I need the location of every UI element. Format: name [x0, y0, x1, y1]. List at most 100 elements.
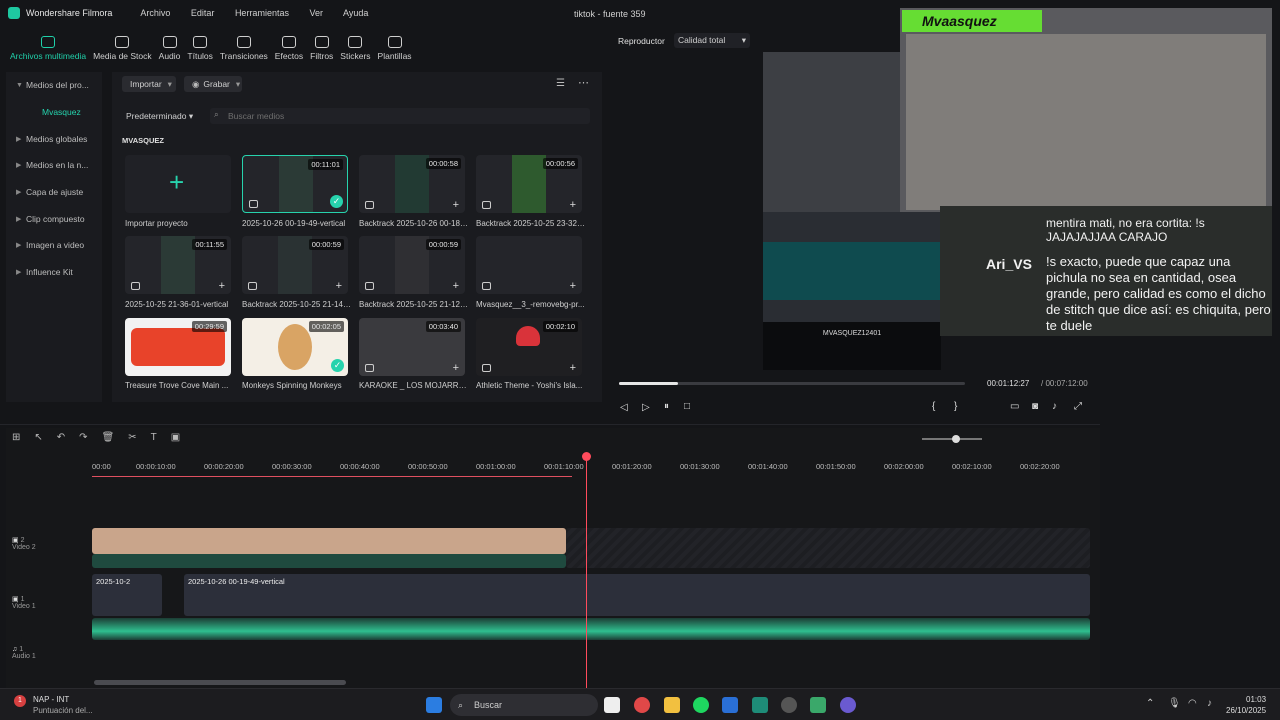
playhead[interactable]	[582, 452, 591, 688]
monitor-icon[interactable]: ▭	[1010, 401, 1019, 412]
delete-icon[interactable]: 🗑	[102, 432, 115, 443]
filmora-taskbar-icon[interactable]	[752, 697, 768, 713]
record-icon: ◉	[192, 78, 200, 89]
tab-titulos[interactable]: Títulos	[187, 36, 213, 68]
add-icon[interactable]: +	[219, 280, 225, 292]
menu-herramientas[interactable]: Herramientas	[235, 8, 289, 18]
add-icon[interactable]: +	[336, 280, 342, 292]
media-thumbnail[interactable]: 00:02:10 +	[476, 318, 582, 376]
clock-date[interactable]: 26/10/2025	[1226, 706, 1266, 715]
taskbar-search[interactable]: ⌕ Buscar	[450, 694, 598, 716]
add-icon[interactable]: +	[570, 199, 576, 211]
mark-in-icon[interactable]: {	[932, 401, 935, 412]
media-thumbnail[interactable]: 00:03:40 +	[359, 318, 465, 376]
tab-audio[interactable]: Audio	[159, 36, 180, 68]
quality-dropdown[interactable]: Calidad total ▾	[674, 33, 750, 48]
tab-plantillas[interactable]: Plantillas	[378, 36, 412, 68]
sidebar-item-global-media[interactable]: ▶ Medios globales	[6, 125, 102, 152]
media-thumbnail[interactable]: 00:11:55 +	[125, 236, 231, 294]
media-thumbnail[interactable]: 00:11:01 ✓	[242, 155, 348, 213]
import-dropdown[interactable]: Importar ▾	[122, 76, 176, 92]
previous-frame-icon[interactable]: ◁	[620, 402, 628, 413]
sidebar-item-influence-kit[interactable]: ▶ Influence Kit	[6, 259, 102, 286]
spotify-icon[interactable]	[693, 697, 709, 713]
audio-waveform[interactable]	[92, 618, 1090, 640]
sidebar-item-cloud-media[interactable]: ▶ Medios en la n...	[6, 152, 102, 179]
tab-efectos[interactable]: Efectos	[275, 36, 303, 68]
snapshot-icon[interactable]: ◙	[1032, 401, 1038, 412]
layout-icon[interactable]: ⊞	[12, 432, 20, 443]
add-icon[interactable]: +	[453, 362, 459, 374]
select-icon[interactable]: ↖	[34, 432, 42, 443]
menu-ayuda[interactable]: Ayuda	[343, 8, 368, 18]
tab-filtros[interactable]: Filtros	[310, 36, 333, 68]
horizontal-scrollbar[interactable]	[94, 680, 346, 685]
mark-out-icon[interactable]: }	[954, 401, 957, 412]
media-thumbnail[interactable]: 00:00:58 +	[359, 155, 465, 213]
media-thumbnail[interactable]: 00:00:59 +	[242, 236, 348, 294]
add-icon[interactable]: +	[570, 280, 576, 292]
undo-icon[interactable]: ↶	[57, 432, 65, 443]
menu-archivo[interactable]: Archivo	[140, 8, 170, 18]
play-icon[interactable]: ▷	[642, 402, 650, 413]
playback-progress[interactable]	[619, 382, 965, 385]
sidebar-item-mvasquez[interactable]: Mvasquez	[6, 99, 102, 126]
windows-start-icon[interactable]	[426, 697, 442, 713]
sidebar-item-compound-clip[interactable]: ▶ Clip compuesto	[6, 205, 102, 232]
import-project-tile[interactable]: +	[125, 155, 231, 213]
folder-icon[interactable]	[664, 697, 680, 713]
menu-ver[interactable]: Ver	[309, 8, 323, 18]
wifi-icon[interactable]: ◠	[1188, 698, 1197, 709]
record-dropdown[interactable]: ◉ Grabar ▾	[184, 76, 242, 92]
tab-media-stock[interactable]: Media de Stock	[93, 36, 152, 68]
menu-editar[interactable]: Editar	[191, 8, 215, 18]
filter-icon[interactable]: ☰	[556, 78, 565, 89]
video-1-clip[interactable]: 2025-10-26 00-19-49-vertical	[184, 574, 1090, 616]
add-icon[interactable]: +	[453, 280, 459, 292]
media-thumbnail[interactable]: 00:00:59 +	[359, 236, 465, 294]
pause-icon[interactable]: ⏸	[664, 401, 669, 412]
clock-time[interactable]: 01:03	[1246, 695, 1266, 704]
video-2-clip[interactable]	[92, 528, 566, 554]
add-icon[interactable]: +	[453, 199, 459, 211]
weather-badge[interactable]: 1	[14, 695, 26, 707]
crop-icon[interactable]: ▣	[171, 432, 180, 443]
redo-icon[interactable]: ↷	[79, 432, 87, 443]
tray-chevron-icon[interactable]: ⌃	[1146, 698, 1154, 709]
file-icon[interactable]	[604, 697, 620, 713]
app-icon[interactable]	[810, 697, 826, 713]
volume-icon[interactable]: ♪	[1052, 401, 1057, 412]
playhead-handle[interactable]	[582, 452, 591, 461]
track-head-video-1: ▣ 1 Video 1	[12, 596, 36, 610]
video-1-clip[interactable]: 2025-10-2	[92, 574, 162, 616]
search-input[interactable]: ⌕ Buscar medios	[210, 108, 590, 124]
video-preview	[278, 236, 312, 294]
sidebar-item-adjustment-layer[interactable]: ▶ Capa de ajuste	[6, 179, 102, 206]
sort-dropdown[interactable]: Predeterminado ▾	[126, 111, 193, 122]
tab-transiciones[interactable]: Transiciones	[220, 36, 268, 68]
speaker-icon[interactable]: ♪	[1207, 698, 1212, 709]
app-icon[interactable]	[634, 697, 650, 713]
microphone-icon[interactable]: 🎙	[1168, 698, 1181, 709]
tab-stickers[interactable]: Stickers	[340, 36, 371, 68]
discord-icon[interactable]	[840, 697, 856, 713]
media-thumbnail[interactable]: 00:29:59	[125, 318, 231, 376]
tab-archivos-multimedia[interactable]: Archivos multimedia	[10, 36, 86, 68]
media-thumbnail[interactable]: 00:02:05 ✓	[242, 318, 348, 376]
stop-icon[interactable]: □	[684, 401, 690, 412]
folder-label: MVASQUEZ	[122, 136, 164, 145]
sidebar-item-project-media[interactable]: ▼ Medios del pro...	[6, 72, 102, 99]
app-icon[interactable]	[781, 697, 797, 713]
add-icon[interactable]: +	[570, 362, 576, 374]
timeline-ruler: 00:00 00:00:10:00 00:00:20:00 00:00:30:00 00…	[92, 458, 1100, 476]
media-thumbnail[interactable]: 00:00:56 +	[476, 155, 582, 213]
fullscreen-icon[interactable]: ⤢	[1074, 401, 1082, 412]
sidebar-item-image-to-video[interactable]: ▶ Imagen a video	[6, 232, 102, 259]
store-icon[interactable]	[722, 697, 738, 713]
more-options-icon[interactable]: ⋯	[578, 76, 589, 89]
zoom-slider[interactable]	[922, 435, 982, 443]
media-thumbnail[interactable]: +	[476, 236, 582, 294]
zoom-handle[interactable]	[952, 435, 960, 443]
text-icon[interactable]: T	[151, 432, 157, 443]
split-icon[interactable]: ✂	[128, 432, 136, 443]
